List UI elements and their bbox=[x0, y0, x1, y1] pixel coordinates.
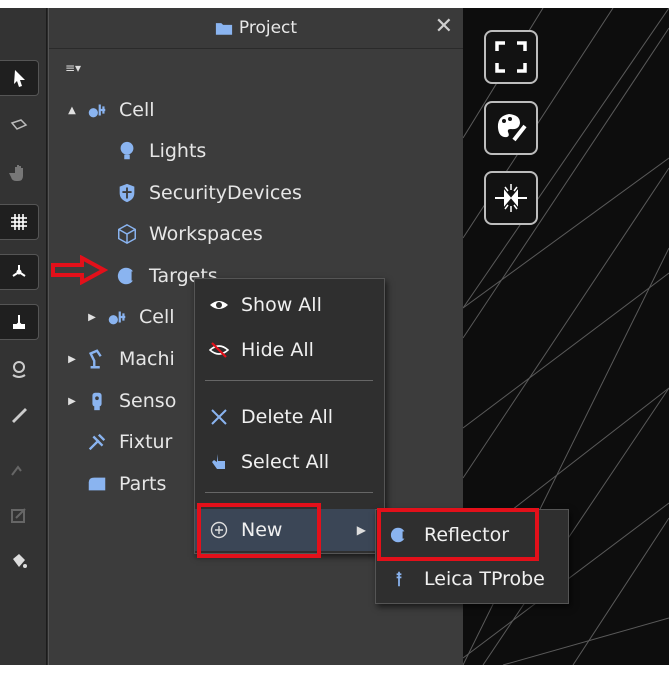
cell-icon bbox=[105, 305, 129, 329]
select-tool-button[interactable] bbox=[0, 60, 39, 96]
left-toolbar bbox=[0, 8, 47, 665]
tree-item-cell[interactable]: ▲ Cell bbox=[65, 93, 155, 127]
ruler-icon bbox=[12, 408, 27, 423]
location-tool-button[interactable] bbox=[0, 352, 38, 386]
target-frame-icon bbox=[13, 315, 25, 329]
submenu-item-leica-tprobe[interactable]: Leica TProbe bbox=[376, 558, 568, 600]
fullscreen-button[interactable] bbox=[484, 30, 538, 84]
red-arrow-annotation bbox=[51, 255, 108, 285]
robot-arm-icon bbox=[85, 347, 109, 371]
menu-item-label: Hide All bbox=[241, 339, 314, 361]
menu-separator bbox=[205, 380, 373, 381]
close-icon[interactable]: ✕ bbox=[435, 14, 453, 40]
expand-icon[interactable]: ▶ bbox=[85, 312, 99, 323]
paint-tool-button[interactable] bbox=[0, 544, 38, 578]
path-tool-button[interactable] bbox=[0, 452, 38, 486]
grid-tool-button[interactable] bbox=[0, 204, 39, 240]
tree-item-label: Cell bbox=[119, 99, 155, 121]
eye-icon bbox=[207, 295, 231, 315]
new-highlight-box bbox=[197, 503, 321, 558]
probe-icon bbox=[388, 570, 410, 588]
folder-icon bbox=[215, 22, 233, 35]
sensor-icon bbox=[85, 389, 109, 413]
tree-item-label: Cell bbox=[139, 306, 175, 328]
tree-item-label: Senso bbox=[119, 390, 177, 412]
location-pin-icon bbox=[12, 361, 26, 378]
menu-item-delete-all[interactable]: Delete All bbox=[195, 397, 384, 437]
tree-item-sensors[interactable]: ▶ Senso bbox=[65, 384, 176, 418]
menu-item-show-all[interactable]: Show All bbox=[195, 285, 384, 325]
tree-item-label: Machi bbox=[119, 348, 175, 370]
cell-icon bbox=[85, 98, 109, 122]
tree-item-label: Parts bbox=[119, 473, 167, 495]
tree-item-security-devices[interactable]: SecurityDevices bbox=[115, 176, 302, 210]
frame-tool-button[interactable] bbox=[0, 110, 38, 144]
pointer-icon bbox=[207, 452, 231, 472]
frame-icon bbox=[10, 119, 28, 130]
paint-bucket-icon bbox=[13, 554, 27, 568]
tree-item-fixtures[interactable]: Fixtur bbox=[85, 425, 172, 459]
menu-item-hide-all[interactable]: Hide All bbox=[195, 330, 384, 370]
collision-button[interactable] bbox=[484, 171, 538, 225]
submenu-item-label: Leica TProbe bbox=[424, 568, 545, 590]
menu-separator bbox=[205, 492, 373, 493]
path-icon bbox=[11, 465, 22, 476]
menu-item-label: Select All bbox=[241, 451, 330, 473]
fixture-icon bbox=[85, 430, 109, 454]
menu-item-label: Show All bbox=[241, 294, 322, 316]
tree-item-machines[interactable]: ▶ Machi bbox=[65, 342, 175, 376]
collision-icon bbox=[495, 184, 527, 212]
hand-tool-button[interactable] bbox=[0, 156, 38, 190]
menu-item-label: Delete All bbox=[241, 406, 334, 428]
hand-icon bbox=[9, 165, 23, 181]
edit-tool-button[interactable] bbox=[0, 498, 38, 532]
target-tool-button[interactable] bbox=[0, 304, 39, 340]
frame-axis-button[interactable] bbox=[0, 254, 39, 290]
lightbulb-icon bbox=[115, 139, 139, 163]
appearance-button[interactable] bbox=[484, 101, 538, 155]
close-icon bbox=[207, 407, 231, 427]
tree-item-cell-child[interactable]: ▶ Cell bbox=[85, 300, 175, 334]
tree-item-lights[interactable]: Lights bbox=[115, 134, 206, 168]
palette-brush-icon bbox=[497, 114, 527, 142]
tree-item-label: Lights bbox=[149, 140, 207, 162]
cursor-icon bbox=[14, 70, 25, 87]
measure-tool-button[interactable] bbox=[0, 398, 38, 432]
grid-icon bbox=[11, 214, 27, 230]
target-icon bbox=[115, 264, 139, 288]
tree-item-label: Workspaces bbox=[149, 223, 263, 245]
edit-icon bbox=[11, 508, 26, 523]
tree-options-button[interactable]: ≡▾ bbox=[65, 60, 95, 76]
collapse-icon[interactable]: ▲ bbox=[65, 105, 79, 116]
tree-item-workspaces[interactable]: Workspaces bbox=[115, 217, 263, 251]
tree-item-label: Fixtur bbox=[119, 431, 173, 453]
part-icon bbox=[85, 472, 109, 496]
shield-icon bbox=[115, 181, 139, 205]
expand-icon[interactable]: ▶ bbox=[65, 354, 79, 365]
tree-item-label: SecurityDevices bbox=[149, 182, 302, 204]
expand-icon[interactable]: ▶ bbox=[65, 396, 79, 407]
panel-header: Project ✕ bbox=[49, 8, 463, 49]
reflector-highlight-box bbox=[377, 508, 539, 561]
fullscreen-icon bbox=[495, 41, 527, 73]
axis-icon bbox=[12, 265, 26, 277]
panel-title: Project bbox=[238, 18, 298, 38]
cube-icon bbox=[115, 222, 139, 246]
eye-hidden-icon bbox=[207, 340, 231, 360]
menu-item-select-all[interactable]: Select All bbox=[195, 442, 384, 482]
submenu-arrow-icon: ▶ bbox=[356, 523, 366, 537]
tree-item-parts[interactable]: Parts bbox=[85, 467, 166, 501]
